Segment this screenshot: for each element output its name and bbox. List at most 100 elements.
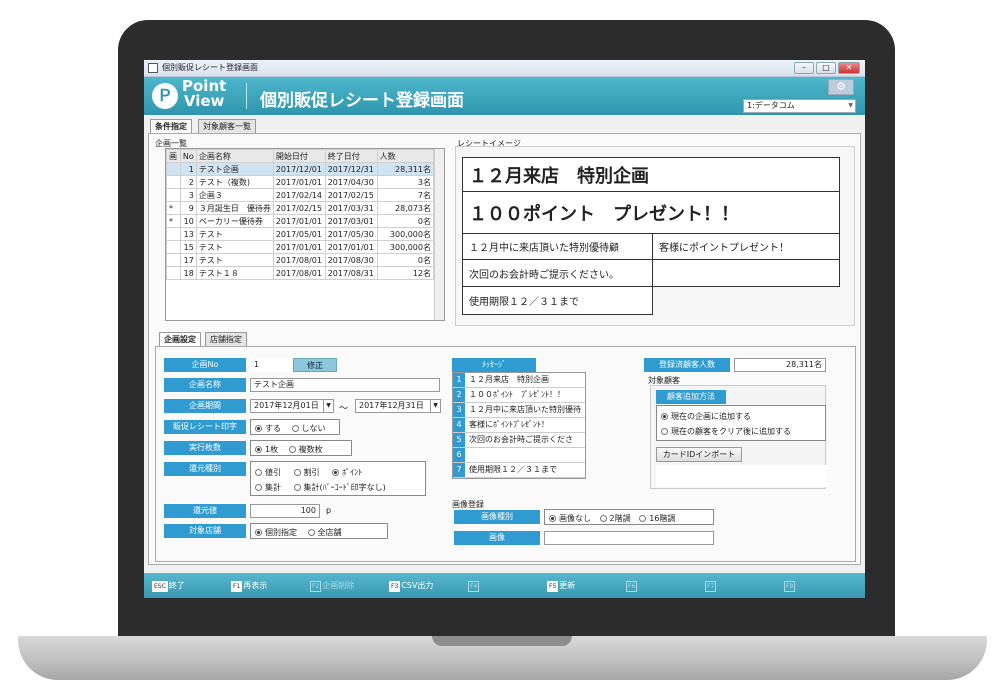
close-button[interactable]: ✕	[838, 62, 860, 74]
cell-count: 0名	[376, 214, 435, 228]
copies-one-radio[interactable]	[255, 446, 262, 453]
plan-no-value: 1	[250, 358, 290, 372]
cell-mark: *	[166, 214, 181, 228]
message-line-text[interactable]: 次回のお会計時ご提示ください。	[465, 433, 585, 458]
table-row[interactable]: 15 テスト 2017/01/01 2017/01/01 300,000名	[166, 240, 435, 254]
plan-list-scrollbar[interactable]	[434, 149, 444, 320]
app-window: 個別販促レシート登録画面 – □ ✕ Ｐ Point View 個別販促レシート…	[144, 60, 865, 598]
return-type-label: 還元種別	[164, 462, 246, 476]
receipt-line-5: 使用期限１２／３１まで	[462, 286, 653, 315]
fkey-badge: F4	[468, 581, 480, 592]
fkey-esc-button[interactable]: ESC 終了	[152, 579, 185, 592]
image-2tone-radio[interactable]	[599, 515, 607, 522]
tab-store-settings[interactable]: 店舗指定	[205, 332, 247, 346]
page-title: 個別販促レシート登録画面	[260, 91, 464, 111]
store-individual-radio[interactable]	[255, 529, 262, 536]
database-select[interactable]: 1:データコム ▼	[743, 99, 856, 113]
col-header-mark[interactable]: 画	[166, 149, 181, 163]
message-line-text[interactable]: １２月来店 特別企画	[465, 373, 585, 387]
image-type-radio-group: 画像なし 2階調 16階調	[544, 509, 714, 525]
rt-point-radio[interactable]	[332, 469, 340, 476]
table-row[interactable]: 13 テスト 2017/05/01 2017/05/30 300,000名	[166, 227, 435, 241]
period-start-picker[interactable]: 2017年12月01日 ▼	[250, 399, 334, 413]
message-line[interactable]: 2 １００ﾎﾟｲﾝﾄ ﾌﾟﾚｾﾞﾝﾄ！！	[453, 388, 585, 403]
message-line[interactable]: 1 １２月来店 特別企画	[453, 373, 585, 388]
cell-count: 28,311名	[376, 162, 435, 176]
table-row[interactable]: * 10 ベーカリー優待券 2017/01/01 2017/03/01 0名	[166, 214, 435, 228]
rt-total-radio[interactable]	[255, 484, 262, 491]
fkey-f6-button[interactable]: F6	[626, 579, 638, 592]
add-to-current-radio[interactable]	[661, 413, 668, 420]
message-line-text[interactable]: 使用期限１２／３１まで	[465, 463, 585, 477]
period-end-picker[interactable]: 2017年12月31日 ▼	[355, 399, 441, 413]
fkey-f2-button[interactable]: F2 企画削除	[310, 579, 354, 592]
message-line[interactable]: 4 客様にﾎﾟｲﾝﾄﾌﾟﾚｾﾞﾝﾄ！	[453, 418, 585, 433]
message-line-text[interactable]: １００ﾎﾟｲﾝﾄ ﾌﾟﾚｾﾞﾝﾄ！！	[465, 388, 585, 402]
logo-divider	[246, 83, 247, 109]
print-yes-radio[interactable]	[255, 425, 262, 432]
col-header-start[interactable]: 開始日付	[272, 149, 326, 163]
copies-multi-radio[interactable]	[288, 446, 296, 453]
table-row[interactable]: 1 テスト企画 2017/12/01 2017/12/31 28,311名	[166, 162, 435, 176]
fkey-f8-button[interactable]: F8	[784, 579, 796, 592]
app-icon	[148, 63, 158, 73]
clear-and-add-radio[interactable]	[661, 428, 668, 435]
message-line-text[interactable]: 客様にﾎﾟｲﾝﾄﾌﾟﾚｾﾞﾝﾄ！	[465, 418, 585, 432]
cell-mark	[166, 188, 181, 202]
cell-end: 2017/04/30	[324, 175, 378, 189]
tab-conditions[interactable]: 条件指定	[150, 119, 192, 133]
col-header-name[interactable]: 企画名称	[195, 149, 274, 163]
edit-button[interactable]: 修正	[293, 358, 337, 372]
store-all-radio[interactable]	[307, 529, 315, 536]
table-row[interactable]: 18 テスト１８ 2017/08/01 2017/08/31 12名	[166, 266, 435, 280]
rt-discount-label: 値引	[265, 468, 281, 477]
table-row[interactable]: 2 テスト（複数) 2017/01/01 2017/04/30 3名	[166, 175, 435, 189]
tab-target-customers[interactable]: 対象顧客一覧	[198, 119, 256, 133]
message-line[interactable]: 6	[453, 448, 585, 463]
fkey-badge: F1	[231, 581, 243, 592]
cell-name: テスト（複数)	[195, 175, 274, 189]
plan-name-input[interactable]: テスト企画	[250, 378, 440, 392]
col-header-no[interactable]: No	[179, 149, 197, 163]
cell-count: 3名	[376, 175, 435, 189]
cell-start: 2017/02/14	[272, 188, 326, 202]
col-header-count[interactable]: 人数	[376, 149, 435, 163]
message-line-text[interactable]: １２月中に来店頂いた特別優待顧	[465, 403, 585, 428]
image-none-radio[interactable]	[549, 515, 556, 522]
plan-list-table: 画 No 企画名称 開始日付 終了日付 人数 1 テスト企画 2017/12/01 2…	[165, 148, 445, 321]
fkey-f4-button[interactable]: F4	[468, 579, 480, 592]
print-no-radio[interactable]	[291, 425, 299, 432]
chevron-down-icon[interactable]: ▼	[323, 400, 333, 412]
image-16tone-radio[interactable]	[639, 515, 647, 522]
table-row[interactable]: 3 企画３ 2017/02/14 2017/02/15 7名	[166, 188, 435, 202]
rt-percent-radio[interactable]	[293, 469, 301, 476]
chevron-down-icon[interactable]: ▼	[430, 400, 440, 412]
fkey-f3-button[interactable]: F3 CSV出力	[389, 579, 433, 592]
cell-end: 2017/03/01	[324, 214, 378, 228]
image-path-input[interactable]	[544, 531, 714, 545]
col-header-end[interactable]: 終了日付	[324, 149, 378, 163]
cell-mark: *	[166, 201, 181, 215]
message-line-text[interactable]	[465, 448, 585, 462]
return-value-input[interactable]: 100	[250, 504, 320, 518]
fkey-f7-button[interactable]: F7	[705, 579, 717, 592]
fkey-f1-button[interactable]: F1 再表示	[231, 579, 267, 592]
card-id-import-button[interactable]: カードIDインポート	[656, 447, 742, 462]
gear-icon[interactable]: ⚙	[828, 79, 854, 95]
message-line[interactable]: 3１２月中に来店頂いた特別優待顧	[453, 403, 585, 428]
maximize-button[interactable]: □	[816, 62, 836, 74]
tab-plan-settings[interactable]: 企画設定	[159, 332, 201, 346]
fkey-f5-button[interactable]: F5 更新	[547, 579, 575, 592]
rt-discount-radio[interactable]	[255, 469, 262, 476]
minimize-button[interactable]: –	[794, 62, 814, 74]
table-row[interactable]: * 9 ３月誕生日 優待券 2017/02/15 2017/03/31 28,073名	[166, 201, 435, 215]
receipt-line-3b: 客様にポイントプレゼント！	[652, 233, 840, 260]
cell-mark	[166, 253, 181, 267]
receipt-line-3a: １２月中に来店頂いた特別優待顧	[462, 233, 653, 260]
rt-total-nobarcode-radio[interactable]	[293, 484, 301, 491]
cell-count: 28,073名	[376, 201, 435, 215]
table-row[interactable]: 17 テスト 2017/08/01 2017/08/30 0名	[166, 253, 435, 267]
message-line[interactable]: 7 使用期限１２／３１まで	[453, 463, 585, 478]
message-line[interactable]: 5次回のお会計時ご提示ください。	[453, 433, 585, 458]
registered-count-value: 28,311名	[734, 358, 826, 372]
